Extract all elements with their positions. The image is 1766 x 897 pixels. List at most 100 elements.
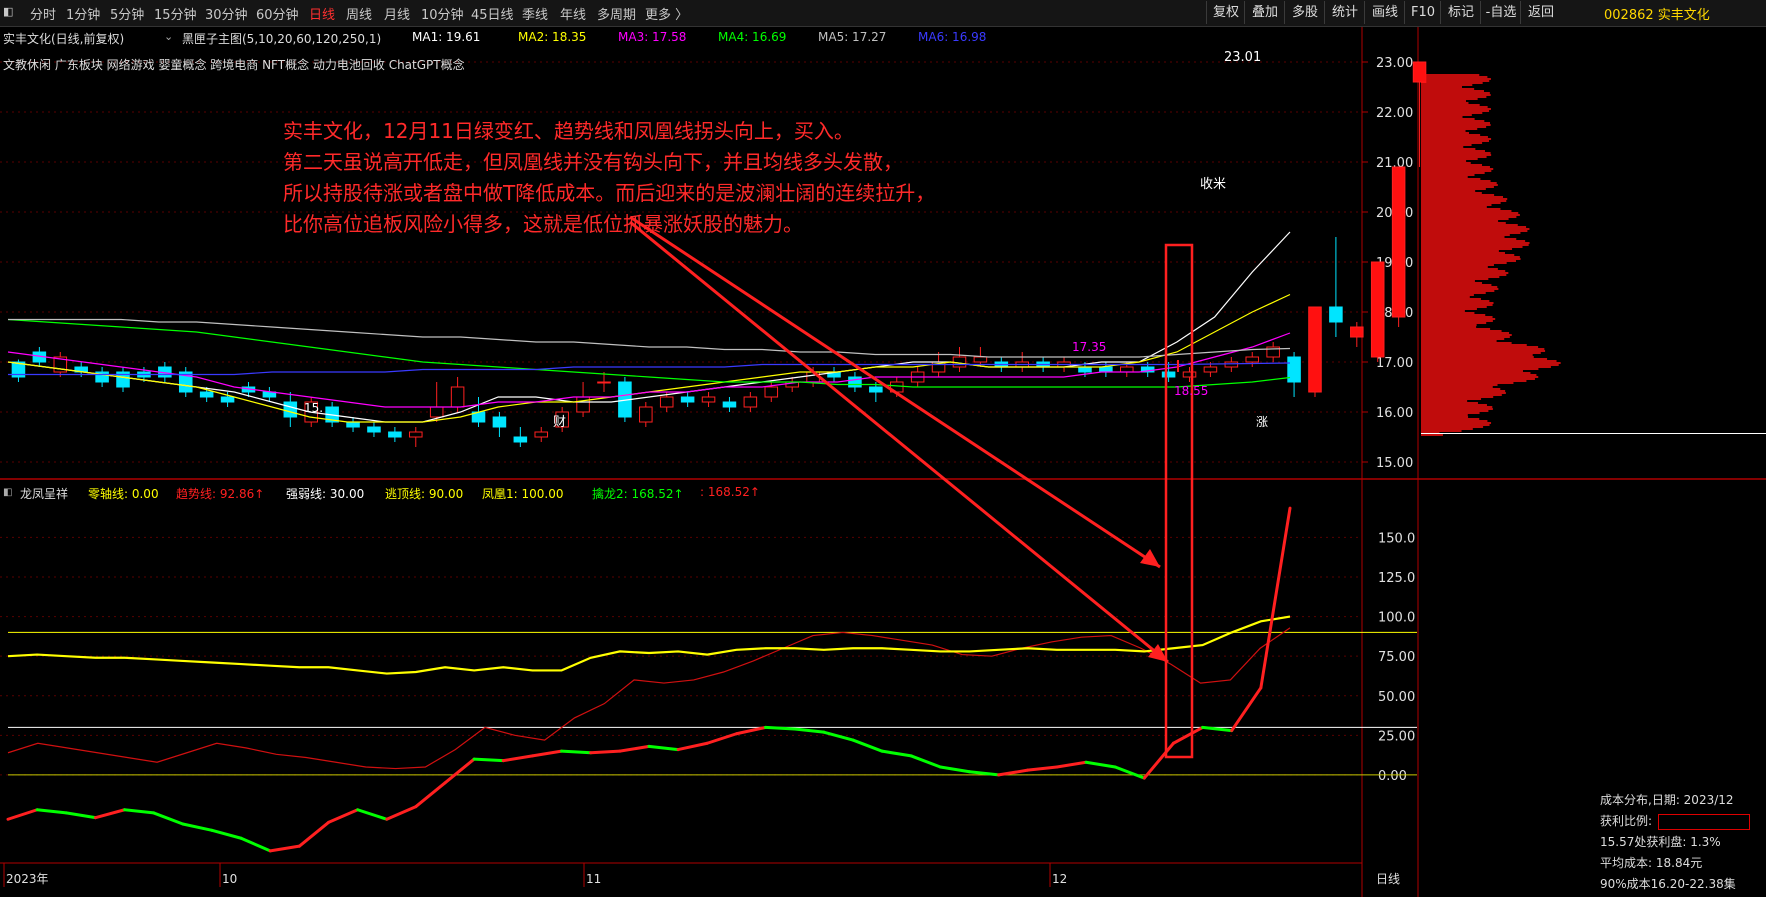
candle-body [1287,356,1301,383]
dragon-line [1084,760,1117,769]
period-15min[interactable]: 15分钟 [154,4,197,23]
dragon-line [35,808,68,815]
time-axis-label: 12 [1052,872,1067,886]
f10-button[interactable]: F10 [1404,1,1441,24]
candle [597,372,611,392]
profit-ratio-label: 获利比例: [1600,811,1766,832]
period-45day[interactable]: 45日线 [471,4,514,23]
period-monthly[interactable]: 月线 [384,4,410,23]
period-daily[interactable]: 日线 [309,4,335,23]
candle-body [639,406,653,423]
zero-line-label: 零轴线: 0.00 [88,487,159,501]
candle-body [1078,366,1092,373]
period-more[interactable]: 更多 〉 [645,4,688,23]
draw-line-button[interactable]: 画线 [1364,1,1405,24]
candle [95,367,109,387]
dragon-line [472,757,505,763]
candle [1245,352,1260,367]
candle-body [1099,366,1113,373]
dragon-line [501,754,534,763]
price-tick-label: 22.00 [1376,106,1413,121]
period-quarterly[interactable]: 季线 [522,4,548,23]
period-yearly[interactable]: 年线 [560,4,586,23]
stats-button[interactable]: 统计 [1324,1,1365,24]
candle-body [576,396,590,413]
dragon-line [6,808,39,821]
candle-body [1161,371,1176,378]
dragon-line [64,811,97,820]
period-60min[interactable]: 60分钟 [256,4,299,23]
dragon-line [618,744,651,753]
overlay-button[interactable]: 叠加 [1244,1,1285,24]
annotation-line: 比你高位追板风险小得多，这就是低位抓暴涨妖股的魅力。 [283,212,803,236]
dragon-line [938,765,971,774]
layout-icon[interactable]: ◧ [3,5,13,18]
candle [283,392,298,427]
ma6-label: MA6: 16.98 [918,30,987,44]
fuquan-button[interactable]: 复权 [1206,1,1245,24]
period-5min[interactable]: 5分钟 [110,4,144,23]
candle [743,392,758,412]
price-tick-label: 16.00 [1376,406,1413,421]
dragon-line [734,725,768,736]
candle [1329,237,1343,337]
cost-line-2: 平均成本: 18.84元 [1600,856,1703,870]
sub-chart-icon[interactable]: ◧ [3,487,12,498]
indicator-tick-label: 0.00 [1378,769,1407,784]
period-10min[interactable]: 10分钟 [421,4,464,23]
cost-distribution-info: 成本分布,日期: 2023/12 获利比例: 15.57处获利盘: 1.3% 平… [1600,790,1766,895]
multi-stock-button[interactable]: 多股 [1284,1,1325,24]
time-axis-label: 10 [222,872,237,886]
dragon-line [880,749,913,758]
candle [1287,352,1301,397]
dragon-line [268,844,301,853]
period-multi[interactable]: 多周期 [597,4,636,23]
dragon-line [1230,686,1263,733]
candle-body [1203,366,1218,373]
candle-body [1120,366,1134,373]
dragon-line [239,836,272,853]
dragon-line [560,749,593,755]
back-button[interactable]: 返回 [1520,1,1561,24]
candle-body [346,421,360,428]
period-30min[interactable]: 30分钟 [205,4,248,23]
indicator-tick-label: 50.00 [1378,690,1415,705]
indicator-tick-label: 25.00 [1378,729,1415,744]
candle [701,392,716,407]
dragon-line [1113,765,1146,780]
dragon-line [152,811,185,826]
cai-marker: 财 [553,415,566,430]
candle-body [450,386,465,408]
stock-title: 实丰文化(日线,前复权) [3,32,125,46]
candle [639,402,653,427]
candle [785,377,799,392]
indicator-name[interactable]: 黑匣子主图(5,10,20,60,120,250,1) [182,30,381,47]
arrow-head [1140,549,1160,567]
candle-body [1182,371,1197,378]
candle-body [973,356,988,363]
shoumi-label: 收米 [1200,177,1226,192]
candle [1391,166,1406,327]
watchlist-button[interactable]: -自选 [1480,1,1521,24]
period-fenshi[interactable]: 分时 [30,4,56,23]
candle-body [659,396,674,408]
trend-line-label: 趋势线: 92.86↑ [176,487,265,501]
dragon-line [530,749,564,758]
candle-body [680,396,695,403]
dragon-line [1142,741,1175,780]
chevron-down-icon[interactable]: ⌄ [164,30,173,43]
candle [429,382,444,422]
dragon-line [647,744,680,752]
period-weekly[interactable]: 周线 [346,4,372,23]
candle-body [764,386,779,398]
cost-line-3: 90%成本16.20-22.38集 [1600,877,1736,891]
mark-button[interactable]: 标记 [1440,1,1481,24]
candle [1266,342,1280,362]
ma1-label: MA1: 19.61 [412,30,481,44]
period-1min[interactable]: 1分钟 [66,4,100,23]
sub-indicator-name[interactable]: 龙凤呈祥 [20,485,68,502]
candle [534,427,549,442]
candle-body [429,406,444,418]
indicator-tick-label: 100.0 [1378,611,1415,626]
stock-code: 002862 实丰文化 [1604,8,1710,23]
